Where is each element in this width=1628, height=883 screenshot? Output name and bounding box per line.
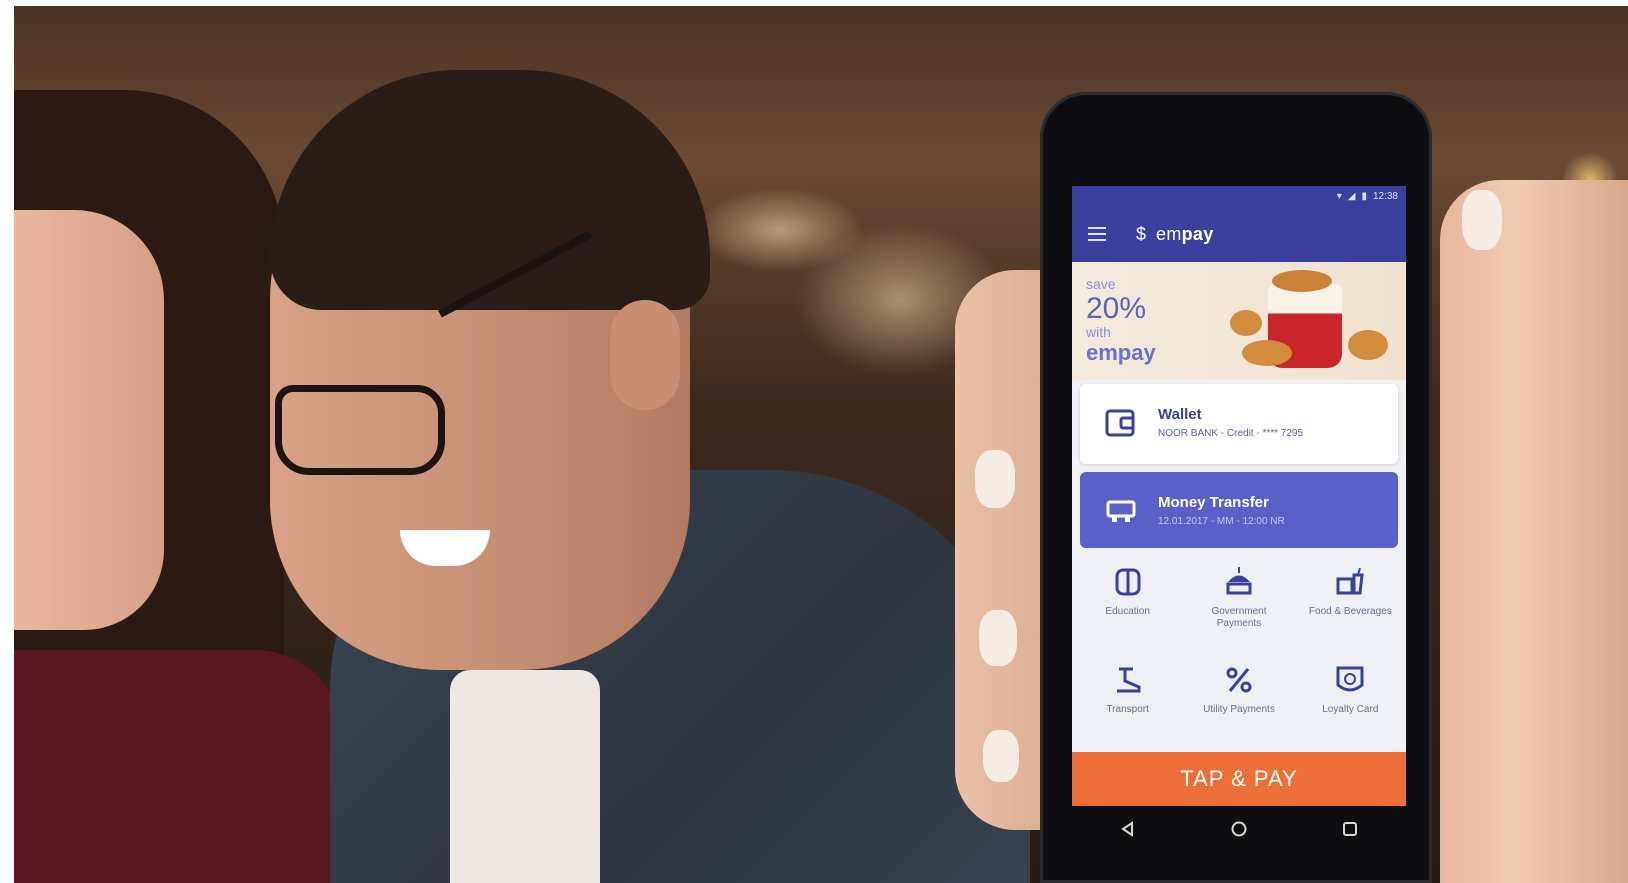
promo-line3: with — [1086, 324, 1111, 340]
service-loyalty[interactable]: Loyalty Card — [1295, 654, 1406, 752]
android-nav-bar — [1072, 806, 1406, 852]
status-time: 12:38 — [1372, 190, 1398, 202]
empay-logo-icon: $ — [1136, 223, 1147, 244]
back-icon[interactable] — [1108, 809, 1148, 849]
government-icon — [1221, 564, 1257, 600]
services-grid: Education Government Payments Food & Bev… — [1072, 556, 1406, 752]
wallet-card[interactable]: Wallet NOOR BANK - Credit - **** 7295 — [1080, 384, 1398, 464]
home-icon[interactable] — [1219, 809, 1259, 849]
education-icon — [1110, 564, 1146, 600]
phone-screen: ▾ ◢ ▮ 12:38 $ empay save 20% with empay … — [1072, 186, 1406, 806]
money-transfer-title: Money Transfer — [1158, 494, 1269, 511]
service-label: Government Payments — [1211, 606, 1267, 629]
food-beverage-icon — [1332, 564, 1368, 600]
food-image — [1222, 270, 1396, 374]
glasses — [275, 385, 445, 475]
wallet-icon — [1104, 406, 1138, 440]
menu-icon[interactable] — [1088, 227, 1106, 241]
promo-percent: 20% — [1086, 292, 1147, 325]
loyalty-card-icon — [1332, 662, 1368, 698]
promo-banner[interactable]: save 20% with empay — [1072, 262, 1406, 380]
service-government[interactable]: Government Payments — [1183, 556, 1294, 654]
wallet-subtitle: NOOR BANK - Credit - **** 7295 — [1158, 428, 1304, 439]
man-photo — [250, 40, 1030, 883]
transport-icon — [1110, 662, 1146, 698]
wallet-title: Wallet — [1158, 406, 1202, 423]
service-label: Utility Payments — [1203, 704, 1275, 715]
service-transport[interactable]: Transport — [1072, 654, 1183, 752]
app-bar: $ empay — [1072, 206, 1406, 262]
battery-icon: ▮ — [1361, 190, 1367, 202]
promo-line1: save — [1086, 276, 1116, 292]
tap-and-pay-button[interactable]: TAP & PAY — [1072, 752, 1406, 806]
service-label: Food & Beverages — [1308, 606, 1392, 617]
service-education[interactable]: Education — [1072, 556, 1183, 654]
money-transfer-card[interactable]: Money Transfer 12.01.2017 - MM - 12:00 N… — [1080, 472, 1398, 548]
wifi-icon: ▾ — [1336, 190, 1342, 202]
hand-thumb — [1440, 180, 1628, 883]
money-transfer-subtitle: 12.01.2017 - MM - 12:00 NR — [1158, 516, 1285, 527]
utility-icon — [1221, 662, 1257, 698]
signal-icon: ◢ — [1347, 190, 1356, 202]
service-utility[interactable]: Utility Payments — [1183, 654, 1294, 752]
service-label: Transport — [1106, 704, 1149, 715]
promo-brand: empay — [1086, 340, 1156, 365]
app-logo: empay — [1156, 223, 1214, 244]
money-transfer-icon — [1104, 494, 1138, 528]
recents-icon[interactable] — [1330, 809, 1370, 849]
service-label: Education — [1105, 606, 1150, 617]
status-bar: ▾ ◢ ▮ 12:38 — [1072, 186, 1406, 206]
service-food[interactable]: Food & Beverages — [1295, 556, 1406, 654]
service-label: Loyalty Card — [1322, 704, 1379, 715]
